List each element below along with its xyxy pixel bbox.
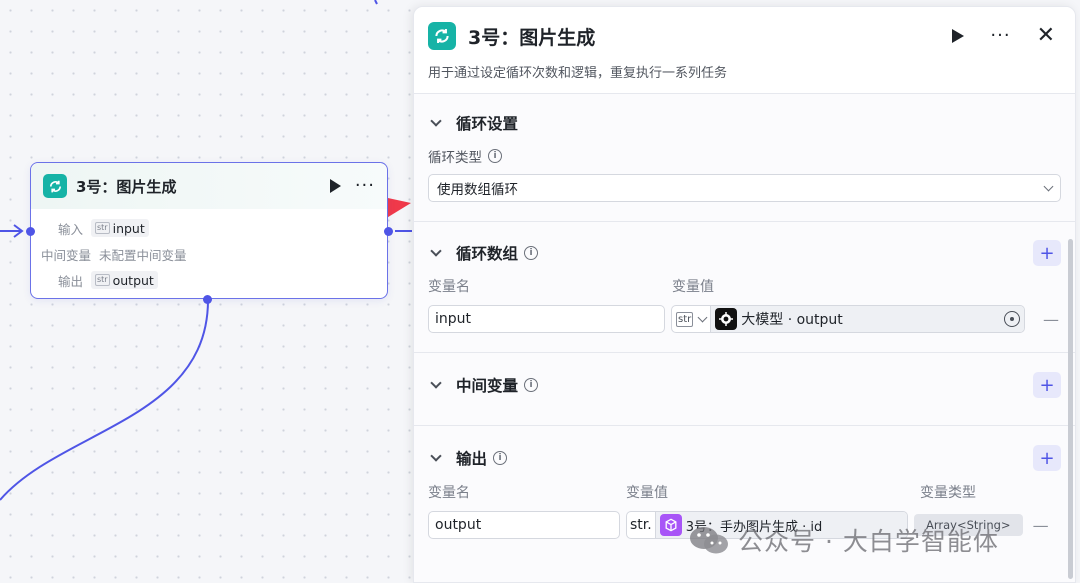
- llm-icon: [715, 308, 738, 330]
- info-icon[interactable]: i: [488, 149, 502, 163]
- chevron-down-icon: [1043, 181, 1054, 191]
- watermark-text: 公众号 · 大白学智能体: [738, 527, 999, 556]
- node-intermediate-label: 中间变量: [40, 247, 91, 263]
- add-loop-array-button[interactable]: +: [1033, 240, 1061, 266]
- node-input-value: input: [112, 220, 145, 236]
- chevron-down-icon: [697, 312, 708, 322]
- output-columns: 变量名 变量值 变量类型: [428, 480, 1061, 504]
- target-icon[interactable]: [1004, 311, 1020, 327]
- minus-icon[interactable]: —: [1043, 310, 1059, 329]
- play-icon[interactable]: [329, 179, 341, 193]
- node-output-label: 输出: [57, 273, 83, 289]
- str-type-icon: str: [95, 274, 110, 286]
- info-icon[interactable]: i: [493, 451, 508, 465]
- node-intermediate-row: 中间变量 未配置中间变量: [31, 241, 387, 267]
- info-icon[interactable]: i: [524, 246, 539, 260]
- loop-type-value: 使用数组循环: [437, 182, 518, 198]
- col-var-value: 变量值: [672, 279, 714, 295]
- panel-title: 3号：图片生成: [468, 26, 596, 49]
- loop-type-label: 循环类型 i: [428, 146, 1061, 166]
- output-var-name-input[interactable]: output: [428, 511, 620, 539]
- panel-scrollbar[interactable]: [1068, 239, 1073, 579]
- add-intermediate-button[interactable]: +: [1033, 372, 1061, 398]
- node-input-row: 输入 str input: [31, 215, 387, 241]
- top-edge: [374, 0, 378, 5]
- ref-value: 大模型 · output: [711, 306, 1024, 332]
- node-input-tag: str input: [91, 219, 149, 237]
- col-var-value: 变量值: [626, 485, 668, 501]
- node-config-panel: 3号：图片生成 ··· ✕ 用于通过设定循环次数和逻辑，重复执行一系列任务 循环…: [413, 6, 1076, 583]
- panel-header: 3号：图片生成 ··· ✕ 用于通过设定循环次数和逻辑，重复执行一系列任务: [414, 7, 1075, 94]
- node-output-value: output: [112, 272, 154, 288]
- str-type-icon: str: [676, 311, 694, 327]
- loop-var-name-value: input: [435, 311, 472, 327]
- intermediate-section: 中间变量 i +: [414, 353, 1075, 426]
- more-icon[interactable]: ···: [355, 177, 375, 195]
- node-header: 3号：图片生成 ···: [31, 163, 387, 209]
- loop-settings-header[interactable]: 循环设置: [428, 94, 1061, 152]
- close-icon[interactable]: ✕: [1037, 25, 1055, 47]
- col-var-name: 变量名: [428, 279, 470, 295]
- node-output-tag: str output: [91, 271, 158, 289]
- type-selector[interactable]: str: [672, 306, 712, 332]
- col-var-name: 变量名: [428, 485, 470, 501]
- loop-settings-title: 循环设置: [456, 115, 519, 133]
- loop-array-title: 循环数组: [456, 245, 519, 263]
- wechat-logo: [690, 527, 728, 554]
- play-icon[interactable]: [952, 29, 965, 43]
- type-selector[interactable]: str.: [627, 512, 656, 538]
- add-output-button[interactable]: +: [1033, 445, 1061, 471]
- loop-icon: [428, 22, 456, 50]
- input-port[interactable]: [25, 227, 35, 236]
- cube-icon: [659, 514, 682, 536]
- info-icon[interactable]: i: [524, 378, 539, 392]
- loop-node-card[interactable]: 3号：图片生成 ··· 输入 str input 中间变量 未配置中间变量 输出…: [25, 162, 393, 304]
- more-icon[interactable]: ···: [990, 27, 1010, 45]
- loop-settings-section: 循环设置 循环类型 i 使用数组循环: [414, 94, 1075, 222]
- chevron-down-icon[interactable]: [430, 245, 442, 257]
- ref-value-text: 大模型 · output: [741, 312, 843, 328]
- output-type-text: str.: [630, 517, 652, 533]
- chevron-down-icon[interactable]: [430, 115, 442, 127]
- panel-description: 用于通过设定循环次数和逻辑，重复执行一系列任务: [428, 66, 728, 81]
- output-var-name-value: output: [435, 517, 482, 533]
- node-intermediate-value: 未配置中间变量: [99, 247, 187, 263]
- output-port[interactable]: [383, 227, 393, 236]
- loop-type-select[interactable]: 使用数组循环: [428, 174, 1061, 202]
- loop-array-columns: 变量名 变量值: [428, 274, 1061, 298]
- node-output-row: 输出 str output: [31, 267, 387, 293]
- output-title: 输出: [456, 450, 488, 468]
- watermark: 公众号 · 大白学智能体: [688, 522, 999, 558]
- str-type-icon: str: [95, 222, 110, 234]
- minus-icon[interactable]: —: [1033, 516, 1049, 535]
- loop-type-label-text: 循环类型: [428, 150, 482, 166]
- loop-icon: [43, 174, 67, 198]
- loop-var-value-ref[interactable]: str 大模型 · output: [671, 305, 1025, 333]
- loop-body-edge: [0, 299, 209, 501]
- intermediate-header[interactable]: 中间变量 i +: [428, 353, 1061, 417]
- loop-array-row: input str 大模型 · output —: [428, 305, 1061, 333]
- intermediate-title: 中间变量: [456, 377, 519, 395]
- col-var-type: 变量类型: [920, 485, 976, 501]
- incoming-edge-arrow: [13, 224, 24, 238]
- node-title: 3号：图片生成: [76, 177, 177, 196]
- chevron-down-icon[interactable]: [430, 377, 442, 389]
- loop-var-name-input[interactable]: input: [428, 305, 665, 333]
- loop-body-port[interactable]: [203, 294, 212, 304]
- chevron-down-icon[interactable]: [430, 450, 442, 462]
- loop-array-section: 循环数组 i + 变量名 变量值 input str 大模型 · output …: [414, 222, 1075, 353]
- node-input-label: 输入: [57, 221, 83, 237]
